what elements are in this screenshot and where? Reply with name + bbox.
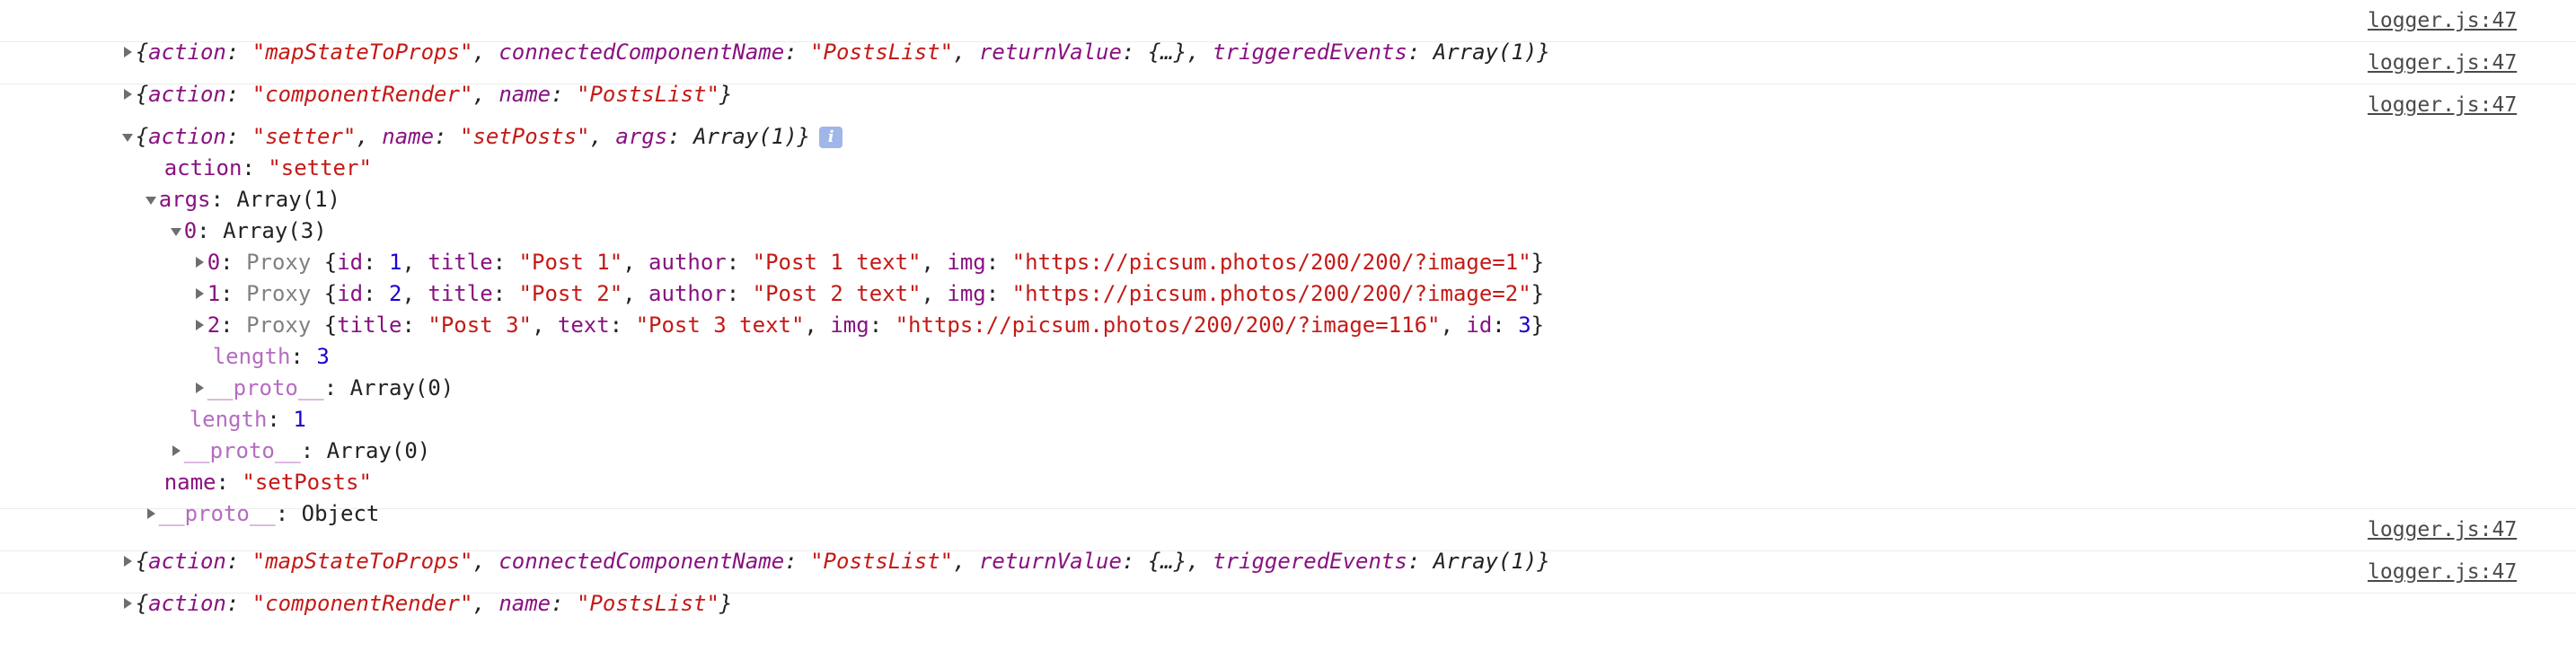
source-link[interactable]: logger.js:47 [2368,48,2517,79]
inner-proto[interactable]: __proto__: Array(0) [115,341,454,400]
log-summary[interactable]: {action: "componentRender", name: "Posts… [43,557,732,616]
prop-name: name: "setPosts" [163,470,372,495]
array-item-1[interactable]: 1: Proxy {id: 2, title: "Post 2", author… [115,247,1544,306]
log-summary[interactable]: {action: "mapStateToProps", connectedCom… [43,5,1550,65]
log-summary[interactable]: {action: "componentRender", name: "Posts… [43,48,732,107]
outer-proto[interactable]: __proto__: Array(0) [92,404,430,463]
console-panel: {action: "mapStateToProps", connectedCom… [0,0,2576,616]
console-entry: {action: "componentRender", name: "Posts… [0,42,2576,107]
object-proto[interactable]: __proto__: Object [66,467,379,526]
prop-args[interactable]: args: Array(1) [66,153,340,212]
prop-action: action: "setter" [163,155,372,180]
console-entry: {action: "componentRender", name: "Posts… [0,551,2576,616]
expand-triangle-icon[interactable] [121,588,136,620]
source-link[interactable]: logger.js:47 [2368,515,2517,546]
console-prompt-icon[interactable] [40,596,49,605]
source-link[interactable]: logger.js:47 [2368,90,2517,121]
console-entry: {action: "mapStateToProps", connectedCom… [0,0,2576,65]
console-entry: {action: "mapStateToProps", connectedCom… [0,509,2576,574]
log-summary[interactable]: {action: "setter", name: "setPosts", arg… [43,90,843,149]
array-item-0[interactable]: 0: Proxy {id: 1, title: "Post 1", author… [115,216,1544,275]
info-icon[interactable]: i [819,127,843,148]
outer-length: length: 1 [189,407,306,432]
log-summary[interactable]: {action: "mapStateToProps", connectedCom… [43,515,1550,574]
inner-length: length: 3 [212,344,330,369]
prop-args-0[interactable]: 0: Array(3) [92,184,327,243]
array-item-2[interactable]: 2: Proxy {title: "Post 3", text: "Post 3… [115,278,1544,338]
console-entry-expanded: {action: "setter", name: "setPosts", arg… [0,84,2576,526]
source-link[interactable]: logger.js:47 [2368,557,2517,588]
source-link[interactable]: logger.js:47 [2368,5,2517,37]
